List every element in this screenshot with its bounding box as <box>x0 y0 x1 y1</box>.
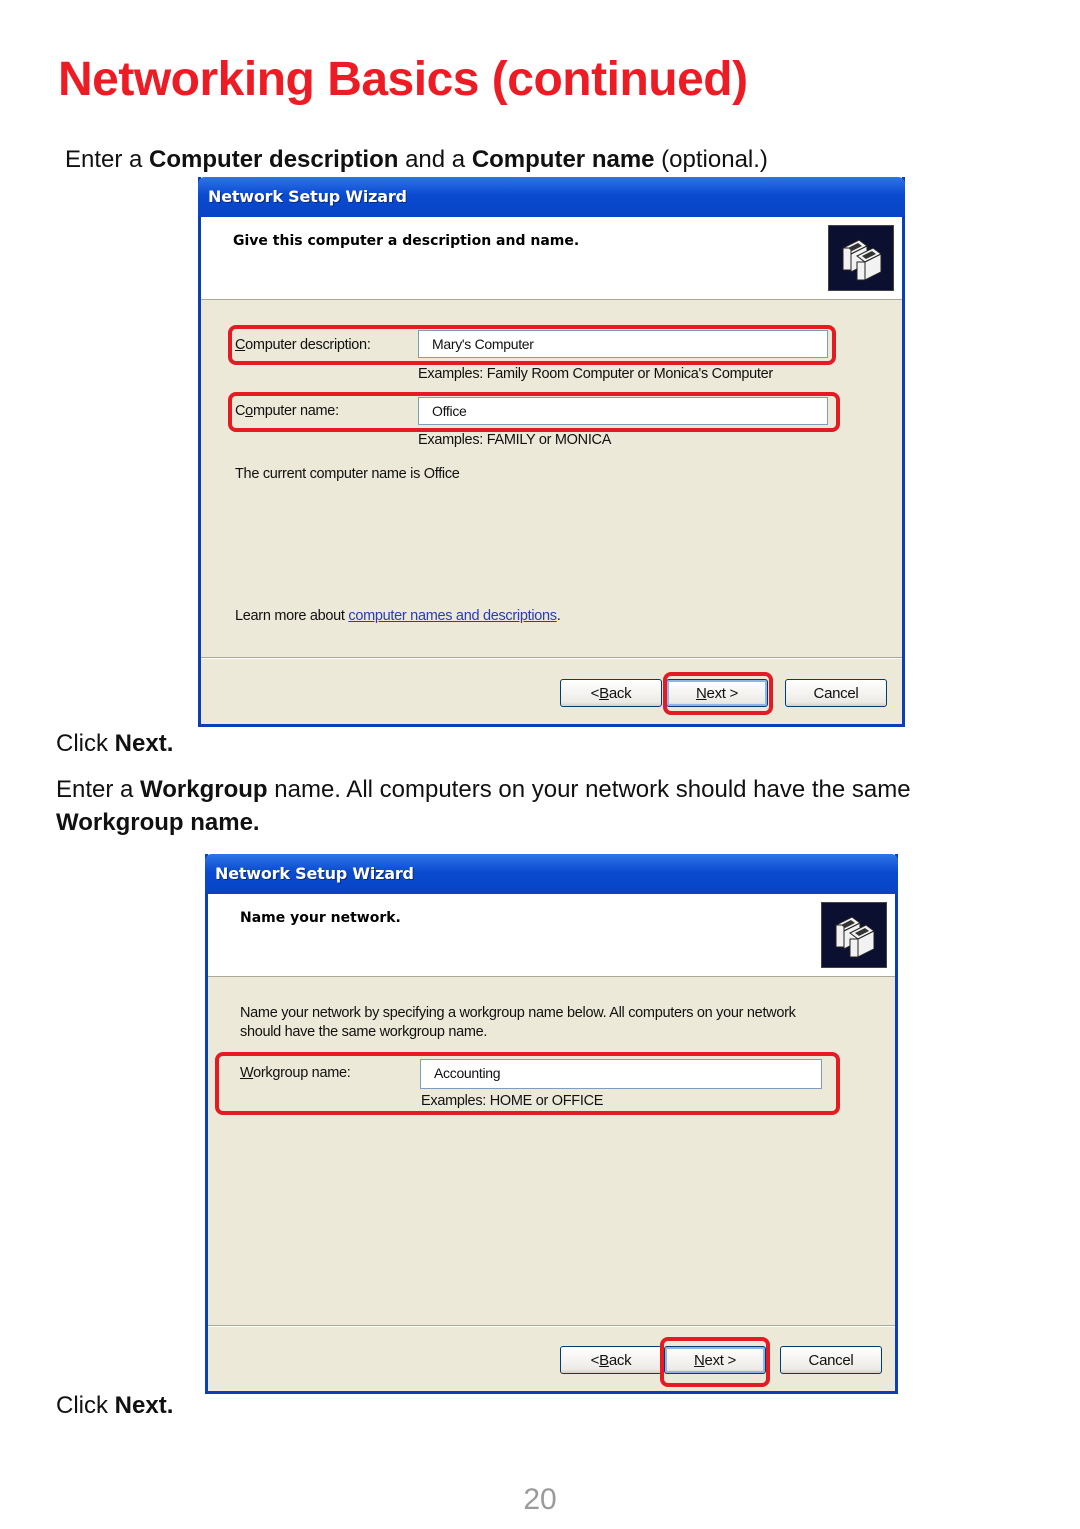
back-button[interactable]: < Back <box>560 679 662 707</box>
wizard-dialog-computer-name: Network Setup Wizard Give this computer … <box>198 177 905 727</box>
computer-description-examples: Examples: Family Room Computer or Monica… <box>418 366 773 382</box>
intro-1-bold-computer-description: Computer description <box>149 146 399 173</box>
highlight-computer-name <box>228 392 840 432</box>
highlight-workgroup-name <box>215 1052 840 1115</box>
intro-instruction-1: Enter a Computer description and a Compu… <box>65 146 768 174</box>
intro-instruction-2: Enter a Workgroup name. All computers on… <box>56 776 911 803</box>
intro-1-suffix: (optional.) <box>654 146 768 173</box>
button-separator <box>208 1325 895 1327</box>
learn-more-text: Learn more about computer names and desc… <box>235 608 561 624</box>
workgroup-instructions-line2: should have the same workgroup name. <box>240 1024 488 1040</box>
wizard-header: Give this computer a description and nam… <box>201 217 902 300</box>
wizard-heading: Name your network. <box>240 910 401 926</box>
computer-name-examples: Examples: FAMILY or MONICA <box>418 432 612 448</box>
wizard-heading: Give this computer a description and nam… <box>233 233 580 249</box>
wizard-dialog-workgroup: Network Setup Wizard Name your network. <box>205 854 898 1394</box>
wizard-title: Network Setup Wizard <box>208 187 407 206</box>
wizard-titlebar: Network Setup Wizard <box>198 177 905 217</box>
click-next-instruction-2: Click Next. <box>56 1392 174 1419</box>
highlight-computer-description <box>228 325 836 365</box>
network-computers-icon <box>828 225 894 291</box>
wizard-title: Network Setup Wizard <box>215 864 414 883</box>
back-button[interactable]: < Back <box>560 1346 662 1374</box>
cancel-button[interactable]: Cancel <box>780 1346 882 1374</box>
learn-more-link[interactable]: computer names and descriptions <box>348 608 557 624</box>
intro-1-middle: and a <box>398 146 472 173</box>
workgroup-instructions-line1: Name your network by specifying a workgr… <box>240 1005 796 1021</box>
network-computers-icon <box>821 902 887 968</box>
page-number: 20 <box>523 1483 557 1516</box>
wizard-header: Name your network. <box>208 894 895 977</box>
highlight-next-button <box>663 672 773 715</box>
highlight-next-button <box>660 1337 770 1387</box>
click-next-instruction-1: Click Next. <box>56 730 174 757</box>
intro-instruction-2-line2: Workgroup name. <box>56 809 260 836</box>
intro-1-prefix: Enter a <box>65 146 150 173</box>
cancel-button[interactable]: Cancel <box>785 679 887 707</box>
button-separator <box>201 657 902 659</box>
intro-1-bold-computer-name: Computer name <box>471 146 655 173</box>
wizard-titlebar: Network Setup Wizard <box>205 854 898 894</box>
current-computer-name-text: The current computer name is Office <box>235 466 460 482</box>
page-title: Networking Basics (continued) <box>58 53 748 106</box>
